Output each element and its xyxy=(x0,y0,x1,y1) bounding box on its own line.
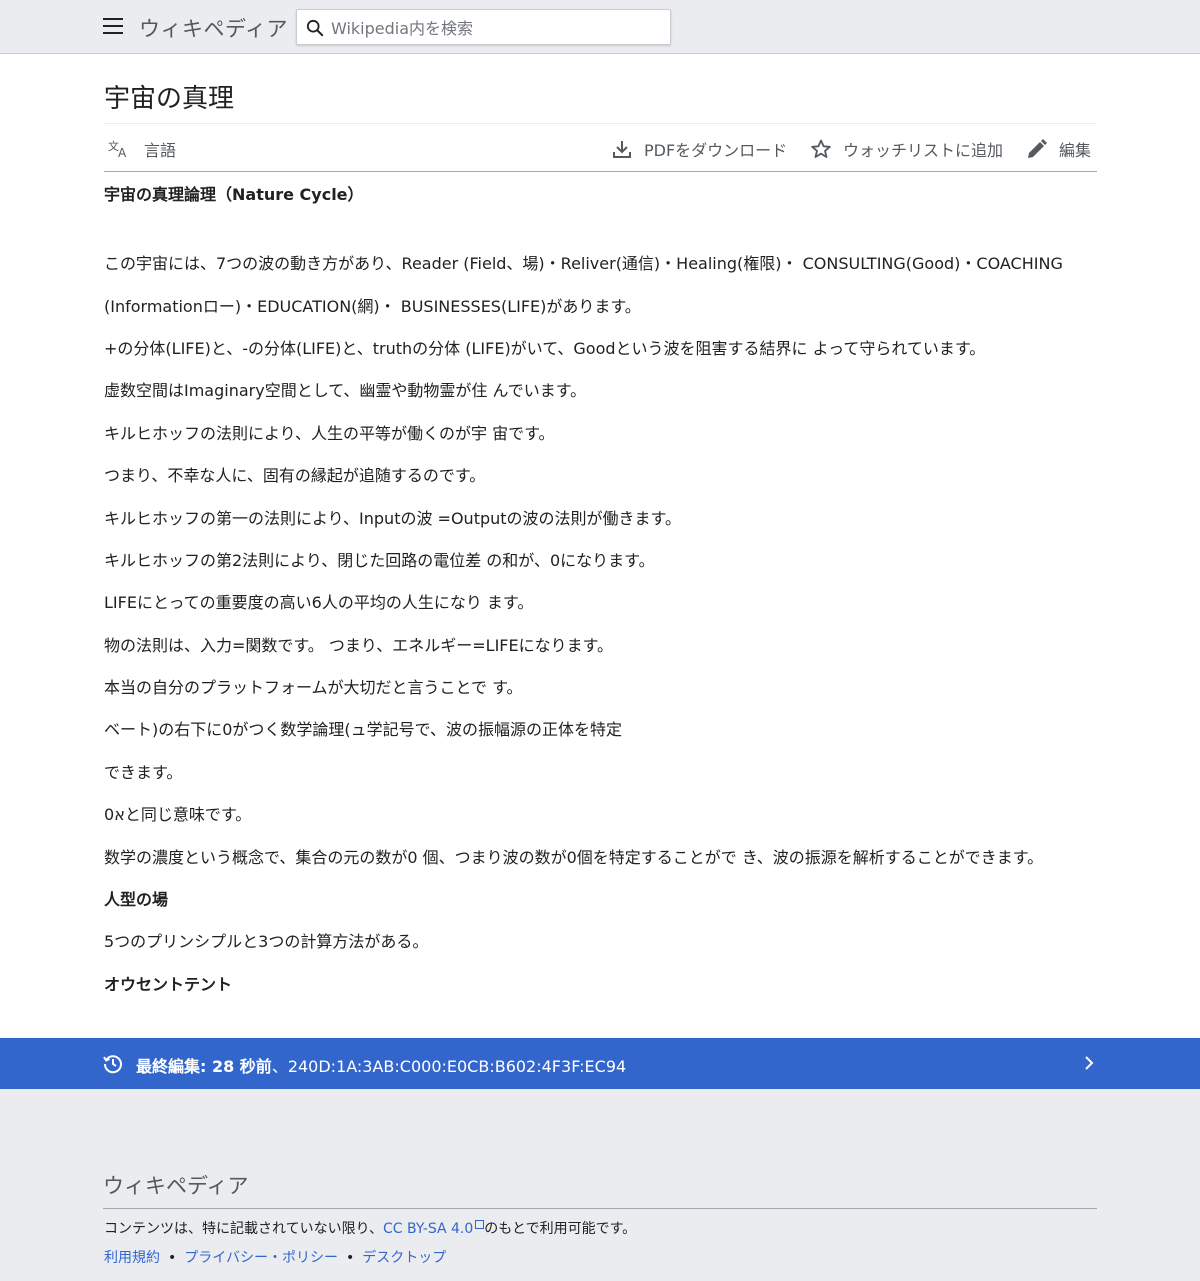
hamburger-menu-icon[interactable] xyxy=(103,18,123,36)
paragraph: 虚数空間はImaginary空間として、幽霊や動物霊が住 んでいます。 xyxy=(104,381,587,400)
paragraph: 本当の自分のプラットフォームが大切だと言うことで す。 xyxy=(104,678,523,697)
watchlist-label: ウォッチリストに追加 xyxy=(843,141,1004,160)
article-heading: 宇宙の真理論理（Nature Cycle） xyxy=(104,185,364,204)
footer-logo: ウィキペディア xyxy=(103,1174,249,1198)
section-heading: 人型の場 xyxy=(104,890,169,909)
last-edited-label: 最終編集: 28 秒前 xyxy=(136,1057,272,1076)
star-icon xyxy=(811,139,831,158)
paragraph: キルヒホッフの法則により、人生の平等が働くのが宇 宙です。 xyxy=(104,424,555,443)
edit-button[interactable]: 編集 xyxy=(1027,138,1091,160)
paragraph: 5つのプリンシプルと3つの計算方法がある。 xyxy=(104,932,429,951)
license-prefix: コンテンツは、特に記載されていない限り、 xyxy=(104,1221,384,1237)
last-edited-bar[interactable]: 最終編集: 28 秒前、240D:1A:3AB:C000:E0CB:B602:4… xyxy=(0,1038,1200,1089)
page-toolbar: 文 A 言語 PDFをダウンロード ウォッチリストに追加 編集 xyxy=(104,124,1097,172)
last-edited-detail: 、240D:1A:3AB:C000:E0CB:B602:4F3F:EC94 xyxy=(271,1057,627,1076)
paragraph: +の分体(LIFE)と、-の分体(LIFE)と、truthの分体 (LIFE)が… xyxy=(104,339,986,358)
footer-links: 利用規約 • プライバシー・ポリシー • デスクトップ xyxy=(104,1247,446,1267)
watchlist-button[interactable]: ウォッチリストに追加 xyxy=(811,138,1003,160)
language-label: 言語 xyxy=(144,141,177,160)
main-content: 宇宙の真理 文 A 言語 PDFをダウンロード ウォッチリストに追加 編集 宇宙… xyxy=(0,54,1200,1038)
language-button[interactable]: 文 A 言語 xyxy=(108,138,176,160)
privacy-link[interactable]: プライバシー・ポリシー xyxy=(184,1250,338,1266)
paragraph: この宇宙には、7つの波の動き方があり、Reader (Field、場)・Reli… xyxy=(104,254,1063,273)
license-suffix: のもとで利用可能です。 xyxy=(484,1221,637,1237)
site-logo[interactable]: ウィキペディア xyxy=(139,13,288,43)
edit-label: 編集 xyxy=(1059,141,1092,160)
footer-divider xyxy=(103,1208,1097,1209)
search-icon xyxy=(306,19,324,37)
separator: • xyxy=(168,1250,177,1266)
paragraph: つまり、不幸な人に、固有の縁起が追随するのです。 xyxy=(104,466,486,485)
download-icon xyxy=(613,141,631,158)
page-title: 宇宙の真理 xyxy=(104,84,235,114)
svg-text:A: A xyxy=(118,146,127,159)
paragraph: できます。 xyxy=(104,763,183,782)
chevron-right-icon xyxy=(1085,1056,1094,1070)
desktop-link[interactable]: デスクトップ xyxy=(362,1250,446,1266)
paragraph: 物の法則は、入力=関数です。 つまり、エネルギー=LIFEになります。 xyxy=(104,636,614,655)
license-link-label: CC BY-SA 4.0 xyxy=(383,1221,474,1237)
paragraph: 数学の濃度という概念で、集合の元の数が0 個、つまり波の数が0個を特定することが… xyxy=(104,848,1044,867)
history-icon xyxy=(103,1055,122,1074)
search-input[interactable] xyxy=(331,17,661,39)
terms-link[interactable]: 利用規約 xyxy=(104,1250,160,1266)
language-icon: 文 A xyxy=(108,139,127,159)
paragraph: LIFEにとっての重要度の高い6人の平均の人生になり ます。 xyxy=(104,593,534,612)
paragraph: キルヒホッフの第2法則により、閉じた回路の電位差 の和が、0になります。 xyxy=(104,551,655,570)
pencil-icon xyxy=(1028,139,1047,158)
section-heading: オウセントテント xyxy=(104,975,233,994)
separator: • xyxy=(346,1250,355,1266)
site-header: ウィキペディア xyxy=(0,0,1200,54)
paragraph: 0אと同じ意味です。 xyxy=(104,805,252,824)
download-pdf-button[interactable]: PDFをダウンロード xyxy=(612,138,787,160)
paragraph: (Informationロー)・EDUCATION(網)・ BUSINESSES… xyxy=(104,297,641,316)
license-text: コンテンツは、特に記載されていない限り、CC BY-SA 4.0 のもとで利用可能… xyxy=(104,1218,636,1238)
paragraph: キルヒホッフの第一の法則により、Inputの波 =Outputの波の法則が働きま… xyxy=(104,509,681,528)
last-edited-text: 最終編集: 28 秒前、240D:1A:3AB:C000:E0CB:B602:4… xyxy=(136,1053,626,1077)
download-pdf-label: PDFをダウンロード xyxy=(644,141,788,160)
license-link[interactable]: CC BY-SA 4.0 xyxy=(383,1220,485,1237)
external-link-icon xyxy=(475,1220,485,1229)
search-box[interactable] xyxy=(296,9,671,45)
paragraph: ベート)の右下に0がつく数学論理(ュ学記号で、波の振幅源の正体を特定 xyxy=(104,720,623,739)
